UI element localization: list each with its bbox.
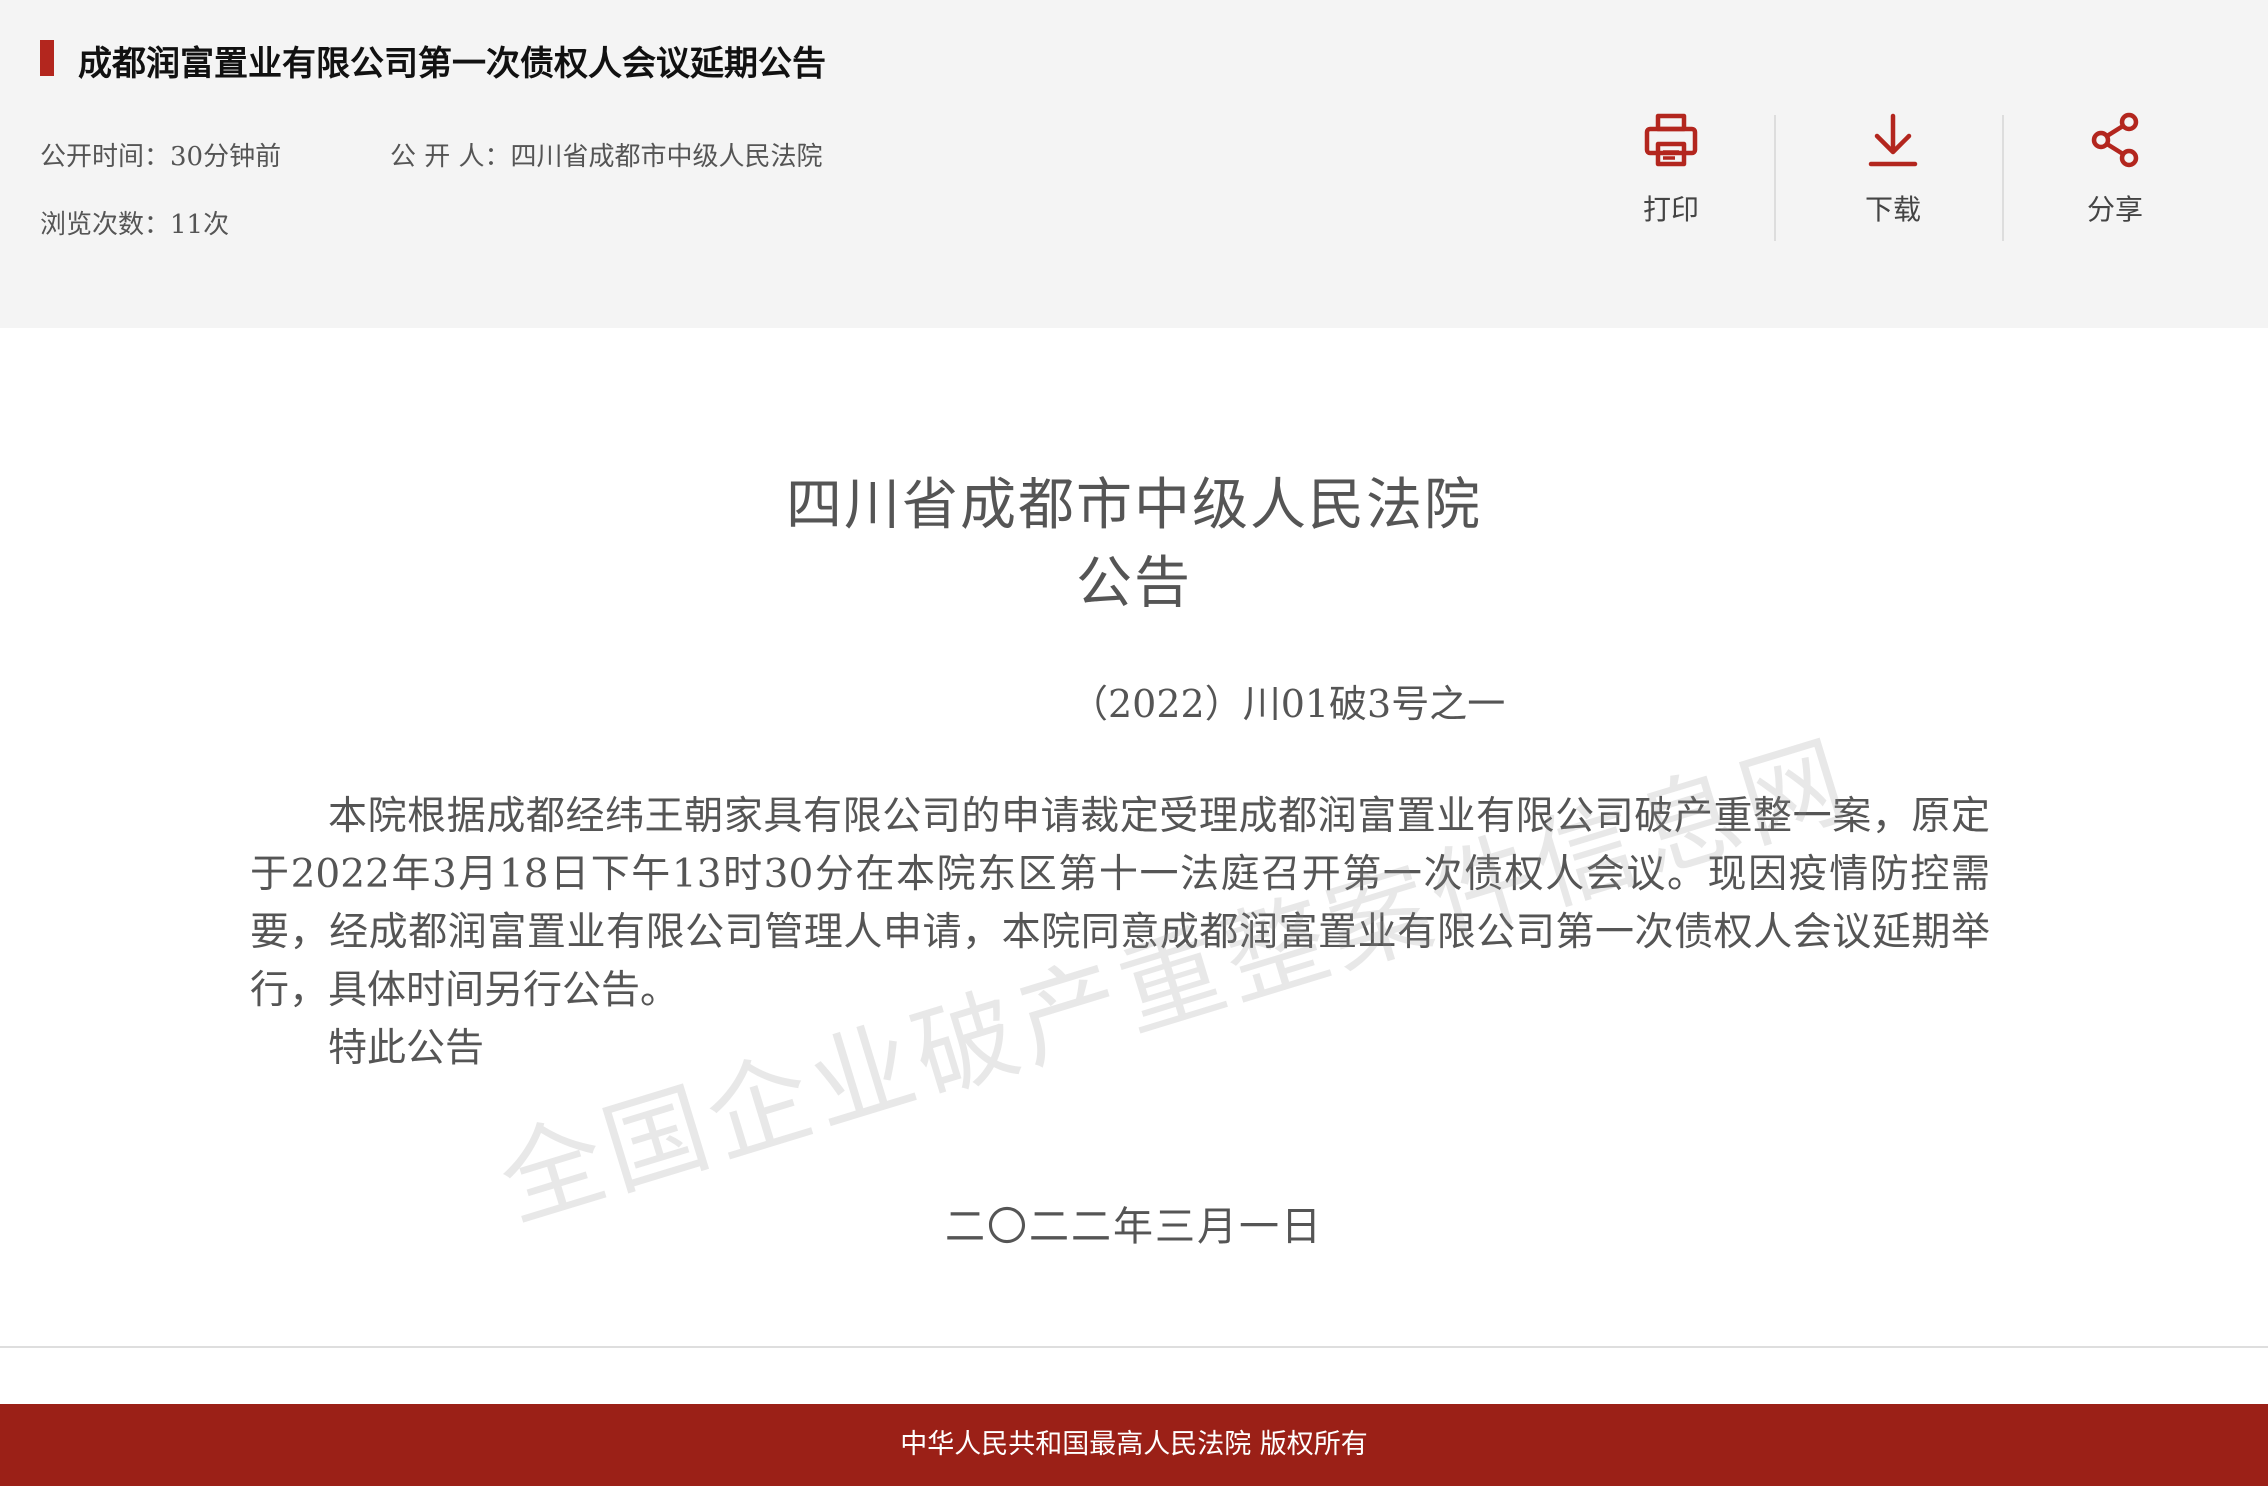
publisher-label: 公 开 人： [390, 142, 511, 172]
publisher-value: 四川省成都市中级人民法院 [510, 142, 823, 172]
publish-time-label: 公开时间： [40, 142, 171, 172]
action-toolbar: 打印 下载 分享 [1560, 100, 2230, 250]
view-count: 浏览次数：11次 [40, 204, 229, 241]
printer-icon [1644, 113, 1698, 167]
view-count-label: 浏览次数： [40, 210, 171, 240]
court-name: 四川省成都市中级人民法院 [786, 473, 1482, 538]
content-divider [0, 1346, 2268, 1348]
share-icon [2091, 112, 2139, 168]
share-button[interactable]: 分享 [2004, 100, 2226, 250]
publisher: 公 开 人：四川省成都市中级人民法院 [390, 136, 823, 173]
case-number: （2022）川01破3号之一 [1070, 682, 1506, 726]
footer: 中华人民共和国最高人民法院 版权所有 [0, 1404, 2268, 1486]
page: 成都润富置业有限公司第一次债权人会议延期公告 公开时间：30分钟前 公 开 人：… [0, 0, 2268, 1486]
publish-time-value: 30分钟前 [170, 142, 282, 172]
download-button[interactable]: 下载 [1782, 100, 2004, 250]
toolbar-divider [1774, 115, 1776, 241]
notice-closing: 特此公告 [328, 1026, 485, 1071]
title-accent-bar [40, 40, 54, 76]
notice-heading: 公告 [1076, 551, 1192, 616]
document-body: 四川省成都市中级人民法院 公告 （2022）川01破3号之一 本院根据成都经纬王… [0, 328, 2268, 1346]
view-count-value: 11次 [170, 210, 230, 240]
notice-text: 本院根据成都经纬王朝家具有限公司的申请裁定受理成都润富置业有限公司破产重整一案，… [250, 788, 1990, 1078]
copyright-text: 中华人民共和国最高人民法院 版权所有 [900, 1429, 1368, 1460]
print-label: 打印 [1642, 193, 1699, 226]
download-icon [1868, 113, 1918, 167]
notice-paragraph: 本院根据成都经纬王朝家具有限公司的申请裁定受理成都润富置业有限公司破产重整一案，… [250, 794, 1990, 1013]
print-button[interactable]: 打印 [1560, 100, 1782, 250]
notice-date: 二〇二二年三月一日 [945, 1204, 1323, 1250]
page-title: 成都润富置业有限公司第一次债权人会议延期公告 [78, 44, 826, 84]
header-panel: 成都润富置业有限公司第一次债权人会议延期公告 公开时间：30分钟前 公 开 人：… [0, 0, 2268, 328]
download-label: 下载 [1864, 193, 1921, 226]
publish-time: 公开时间：30分钟前 [40, 136, 281, 173]
share-label: 分享 [2086, 193, 2143, 226]
